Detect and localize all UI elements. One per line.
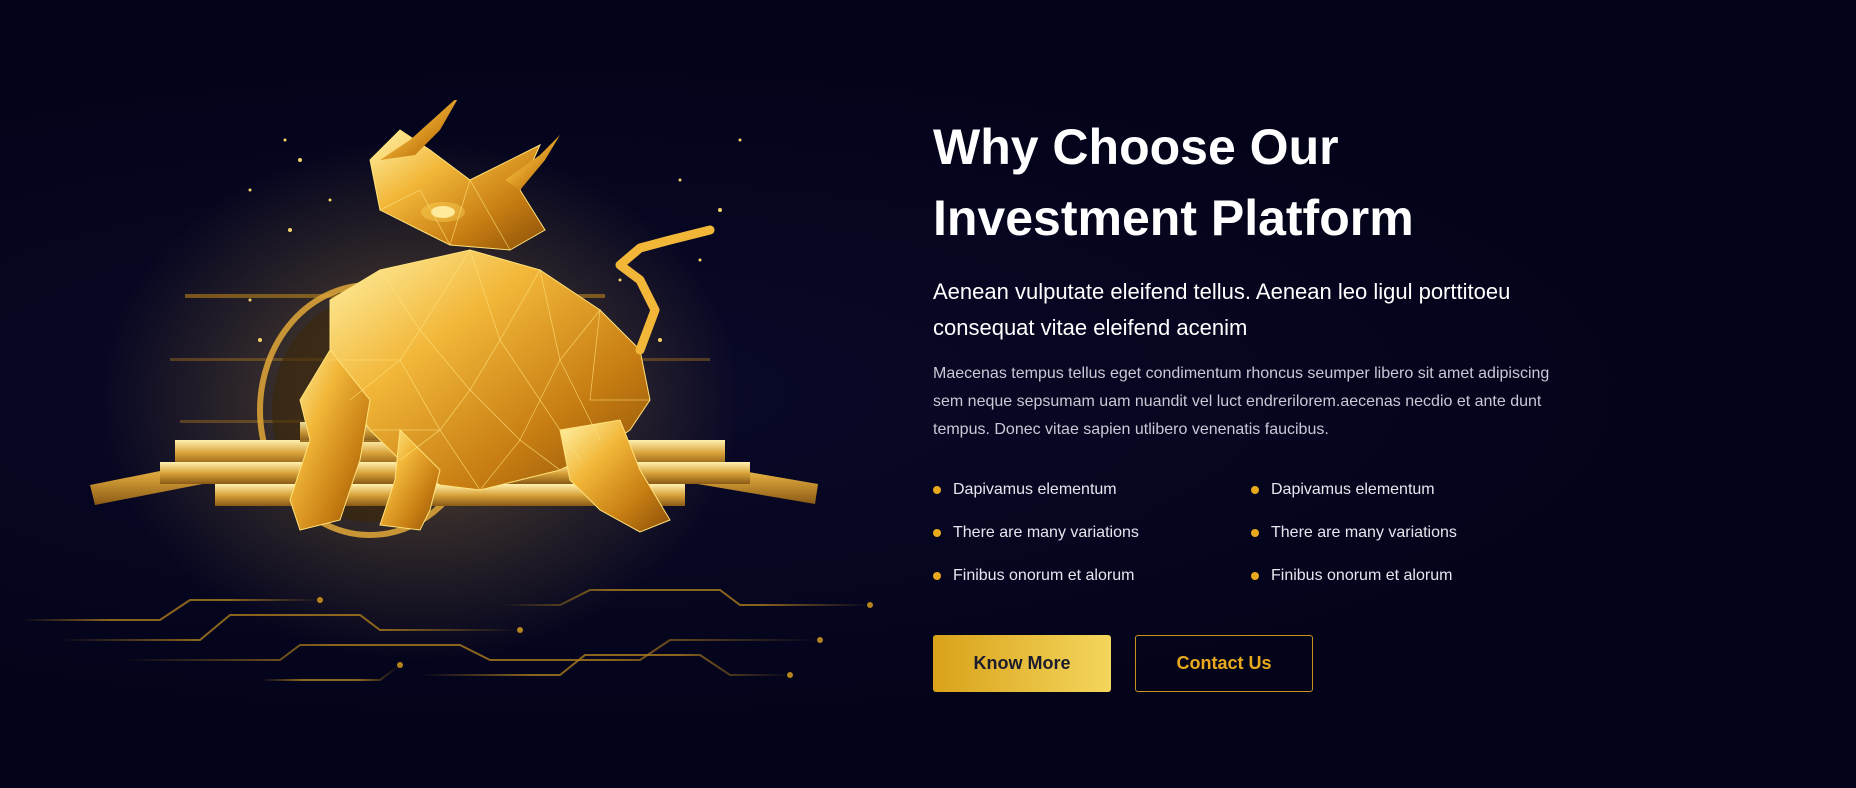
- body-paragraph: Maecenas tempus tellus eget condimentum …: [933, 365, 1550, 438]
- feature-item: Dapivamus elementum: [1251, 477, 1569, 503]
- bullet-icon: [1251, 572, 1259, 580]
- action-buttons: Know More Contact Us: [933, 635, 1573, 692]
- bullet-icon: [933, 529, 941, 537]
- bullet-icon: [933, 572, 941, 580]
- content-column: Why Choose Our Investment Platform Aenea…: [933, 112, 1573, 692]
- bullet-icon: [1251, 529, 1259, 537]
- feature-item: There are many variations: [1251, 520, 1569, 546]
- golden-bull-illustration: [20, 100, 873, 681]
- feature-label: Dapivamus elementum: [953, 481, 1117, 498]
- feature-item: Finibus onorum et alorum: [933, 563, 1251, 589]
- bullet-icon: [933, 486, 941, 494]
- title-line-1: Why Choose Our: [933, 119, 1339, 175]
- contact-us-button[interactable]: Contact Us: [1135, 635, 1313, 692]
- feature-item: There are many variations: [933, 520, 1251, 546]
- feature-label: Dapivamus elementum: [1271, 481, 1435, 498]
- hero-section: Why Choose Our Investment Platform Aenea…: [0, 0, 1856, 788]
- feature-label: There are many variations: [953, 524, 1139, 541]
- feature-label: Finibus onorum et alorum: [953, 567, 1135, 584]
- know-more-button[interactable]: Know More: [933, 635, 1111, 692]
- feature-item: Finibus onorum et alorum: [1251, 563, 1569, 589]
- feature-list: Dapivamus elementum Dapivamus elementum …: [933, 477, 1573, 589]
- page-title: Why Choose Our Investment Platform: [933, 112, 1573, 254]
- bullet-icon: [1251, 486, 1259, 494]
- feature-item: Dapivamus elementum: [933, 477, 1251, 503]
- feature-label: There are many variations: [1271, 524, 1457, 541]
- title-line-2: Investment Platform: [933, 190, 1414, 246]
- subheading: Aenean vulputate eleifend tellus. Aenean…: [933, 279, 1511, 340]
- feature-label: Finibus onorum et alorum: [1271, 567, 1453, 584]
